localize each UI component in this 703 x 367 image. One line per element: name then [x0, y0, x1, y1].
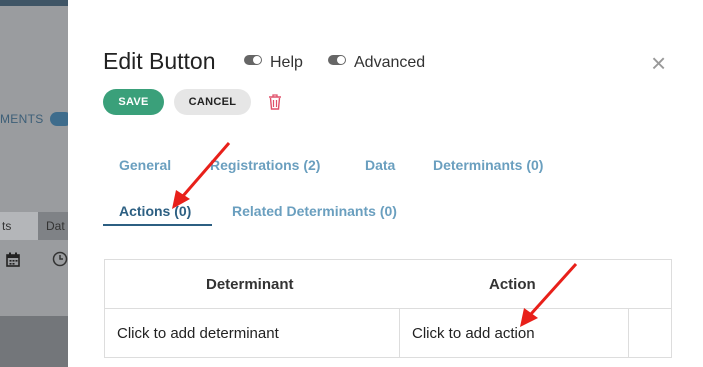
background-footer: [0, 316, 68, 367]
modal-title: Edit Button: [103, 48, 216, 74]
advanced-toggle-label[interactable]: Advanced: [354, 54, 425, 72]
tab-related-determinants[interactable]: Related Determinants (0): [232, 203, 397, 219]
calendar-icon: [6, 252, 20, 271]
add-action-cell[interactable]: Click to add action: [412, 325, 535, 342]
column-divider: [399, 309, 400, 357]
save-button[interactable]: SAVE: [103, 89, 164, 115]
help-toggle-label[interactable]: Help: [270, 54, 303, 72]
close-icon[interactable]: ×: [651, 50, 666, 76]
active-tab-indicator: [103, 224, 212, 226]
column-divider: [628, 309, 629, 357]
trash-icon[interactable]: [267, 93, 283, 111]
tab-determinants[interactable]: Determinants (0): [433, 157, 543, 173]
tab-registrations[interactable]: Registrations (2): [210, 157, 320, 173]
column-header-determinant: Determinant: [206, 276, 294, 293]
background-tab: Dat: [46, 219, 65, 233]
background-tab: ts: [0, 212, 38, 240]
tab-data[interactable]: Data: [365, 157, 395, 173]
background-section-label: MENTS: [0, 112, 44, 126]
actions-table: Determinant Action Click to add determin…: [104, 259, 672, 358]
column-header-action: Action: [489, 276, 536, 293]
cancel-button[interactable]: CANCEL: [174, 89, 251, 115]
advanced-toggle[interactable]: [328, 55, 346, 65]
help-toggle[interactable]: [244, 55, 262, 65]
tab-actions[interactable]: Actions (0): [119, 203, 191, 219]
clock-icon: [52, 251, 68, 271]
table-row: Click to add determinant Click to add ac…: [105, 309, 671, 357]
background-page: [0, 6, 68, 367]
tab-general[interactable]: General: [119, 157, 171, 173]
add-determinant-cell[interactable]: Click to add determinant: [117, 325, 279, 342]
edit-button-modal: Edit Button Help Advanced × SAVE CANCEL …: [68, 0, 703, 367]
table-header: Determinant Action: [105, 260, 671, 309]
